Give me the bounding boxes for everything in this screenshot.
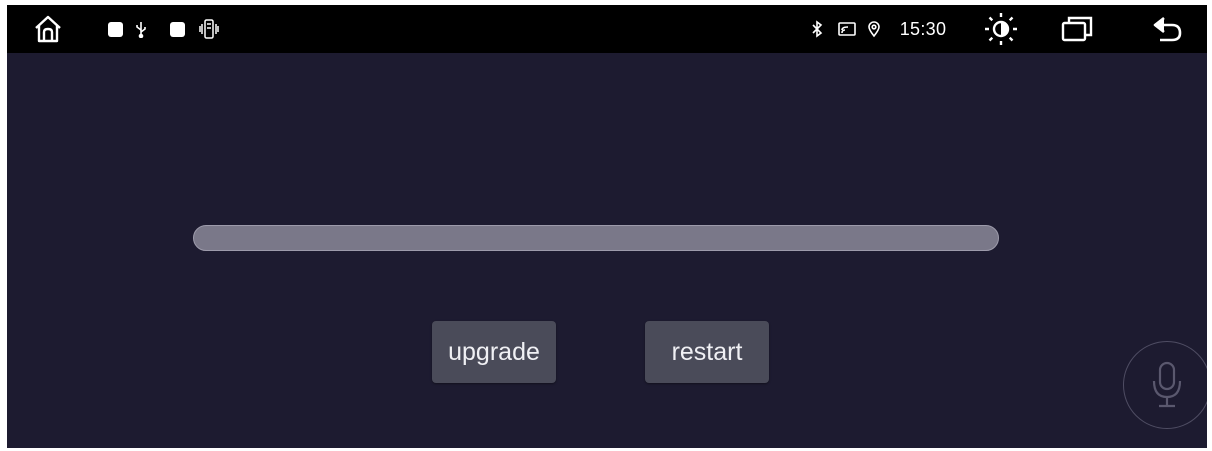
status-bar: 15:30 — [7, 5, 1207, 53]
usb-icon — [133, 5, 149, 53]
microphone-icon — [1152, 361, 1182, 408]
vibrate-icon — [197, 5, 221, 53]
voice-assistant-button[interactable] — [1123, 341, 1207, 429]
upgrade-button[interactable]: upgrade — [432, 321, 556, 383]
cast-icon — [835, 5, 859, 53]
location-icon — [865, 5, 883, 53]
notification-square-icon — [105, 5, 125, 53]
home-icon[interactable] — [27, 5, 69, 53]
upgrade-progress-bar — [193, 225, 999, 251]
recent-apps-icon[interactable] — [1057, 5, 1097, 53]
screen: 15:30 upgrade restart — [7, 5, 1207, 448]
bluetooth-icon — [807, 5, 827, 53]
clock: 15:30 — [893, 5, 953, 53]
status-time: 15:30 — [899, 18, 947, 39]
brightness-icon[interactable] — [979, 5, 1023, 53]
restart-button[interactable]: restart — [645, 321, 769, 383]
notification-square-icon — [167, 5, 187, 53]
back-icon[interactable] — [1147, 5, 1187, 53]
